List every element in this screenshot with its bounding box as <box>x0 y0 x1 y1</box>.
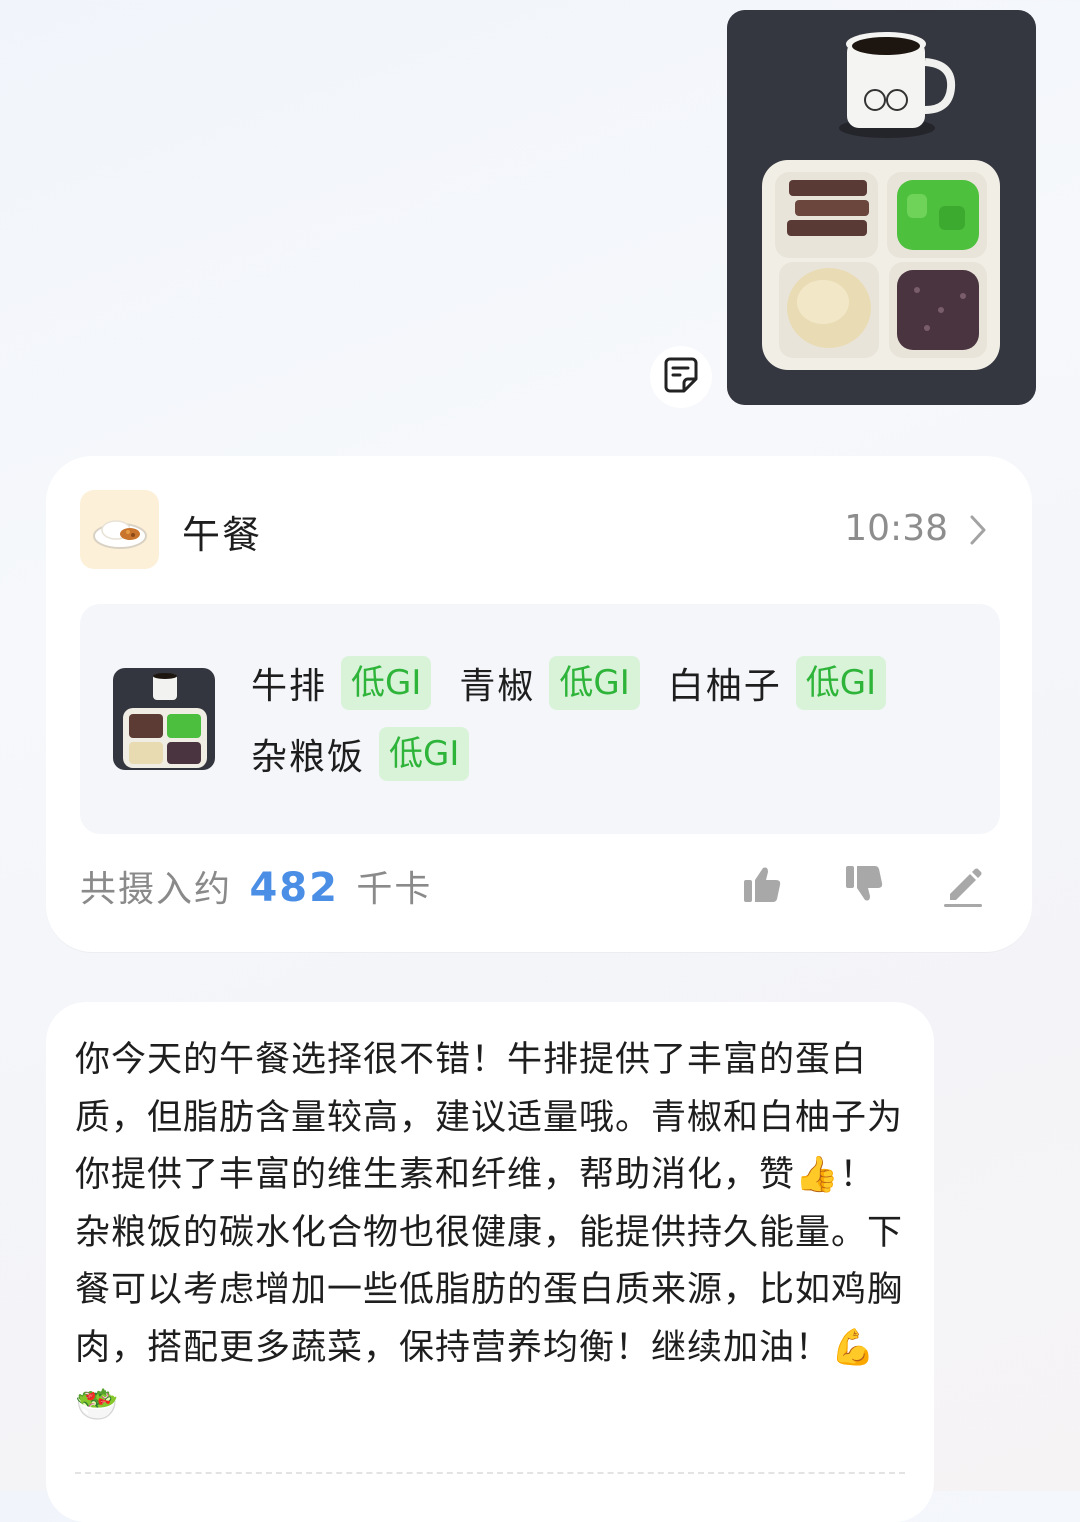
note-icon <box>664 357 698 397</box>
chevron-right-icon[interactable] <box>968 514 988 550</box>
total-prefix: 共摄入约 <box>80 869 233 910</box>
food-list: 牛排 低GI 青椒 低GI 白柚子 低GI 杂粮饭 低GI <box>80 604 1000 834</box>
food-row-2: 杂粮饭 低GI <box>251 727 497 781</box>
meal-thumbnail[interactable] <box>113 668 215 770</box>
thumbs-down-icon[interactable] <box>844 864 884 908</box>
reply-text: 你今天的午餐选择很不错！牛排提供了丰富的蛋白质，但脂肪含量较高，建议适量哦。青椒… <box>75 1040 904 1425</box>
divider <box>75 1472 905 1474</box>
food-name: 杂粮饭 <box>251 737 366 778</box>
meal-title: 午餐 <box>182 513 263 557</box>
gi-tag: 低GI <box>379 727 470 781</box>
meal-plate-icon <box>80 490 159 569</box>
food-row-1: 牛排 低GI 青椒 低GI 白柚子 低GI <box>251 656 914 710</box>
meal-time: 10:38 <box>844 508 948 549</box>
total-unit: 千卡 <box>356 869 433 910</box>
gi-tag: 低GI <box>341 656 432 710</box>
total-kcal-value: 482 <box>249 865 339 911</box>
thumbs-up-icon[interactable] <box>742 864 782 908</box>
food-name: 白柚子 <box>667 666 782 707</box>
food-name: 青椒 <box>459 666 536 707</box>
sent-meal-photo[interactable] <box>727 10 1036 405</box>
food-name: 牛排 <box>251 666 328 707</box>
meal-summary-card[interactable]: 午餐 10:38 牛排 低GI 青椒 低GI 白柚子 低GI 杂粮饭 低GI 共… <box>46 456 1032 952</box>
edit-pen-icon[interactable] <box>942 864 986 912</box>
gi-tag: 低GI <box>549 656 640 710</box>
note-button[interactable] <box>650 346 712 408</box>
total-calories: 共摄入约 482 千卡 <box>80 860 432 912</box>
ai-reply-bubble: 你今天的午餐选择很不错！牛排提供了丰富的蛋白质，但脂肪含量较高，建议适量哦。青椒… <box>46 1002 934 1522</box>
gi-tag: 低GI <box>795 656 887 710</box>
